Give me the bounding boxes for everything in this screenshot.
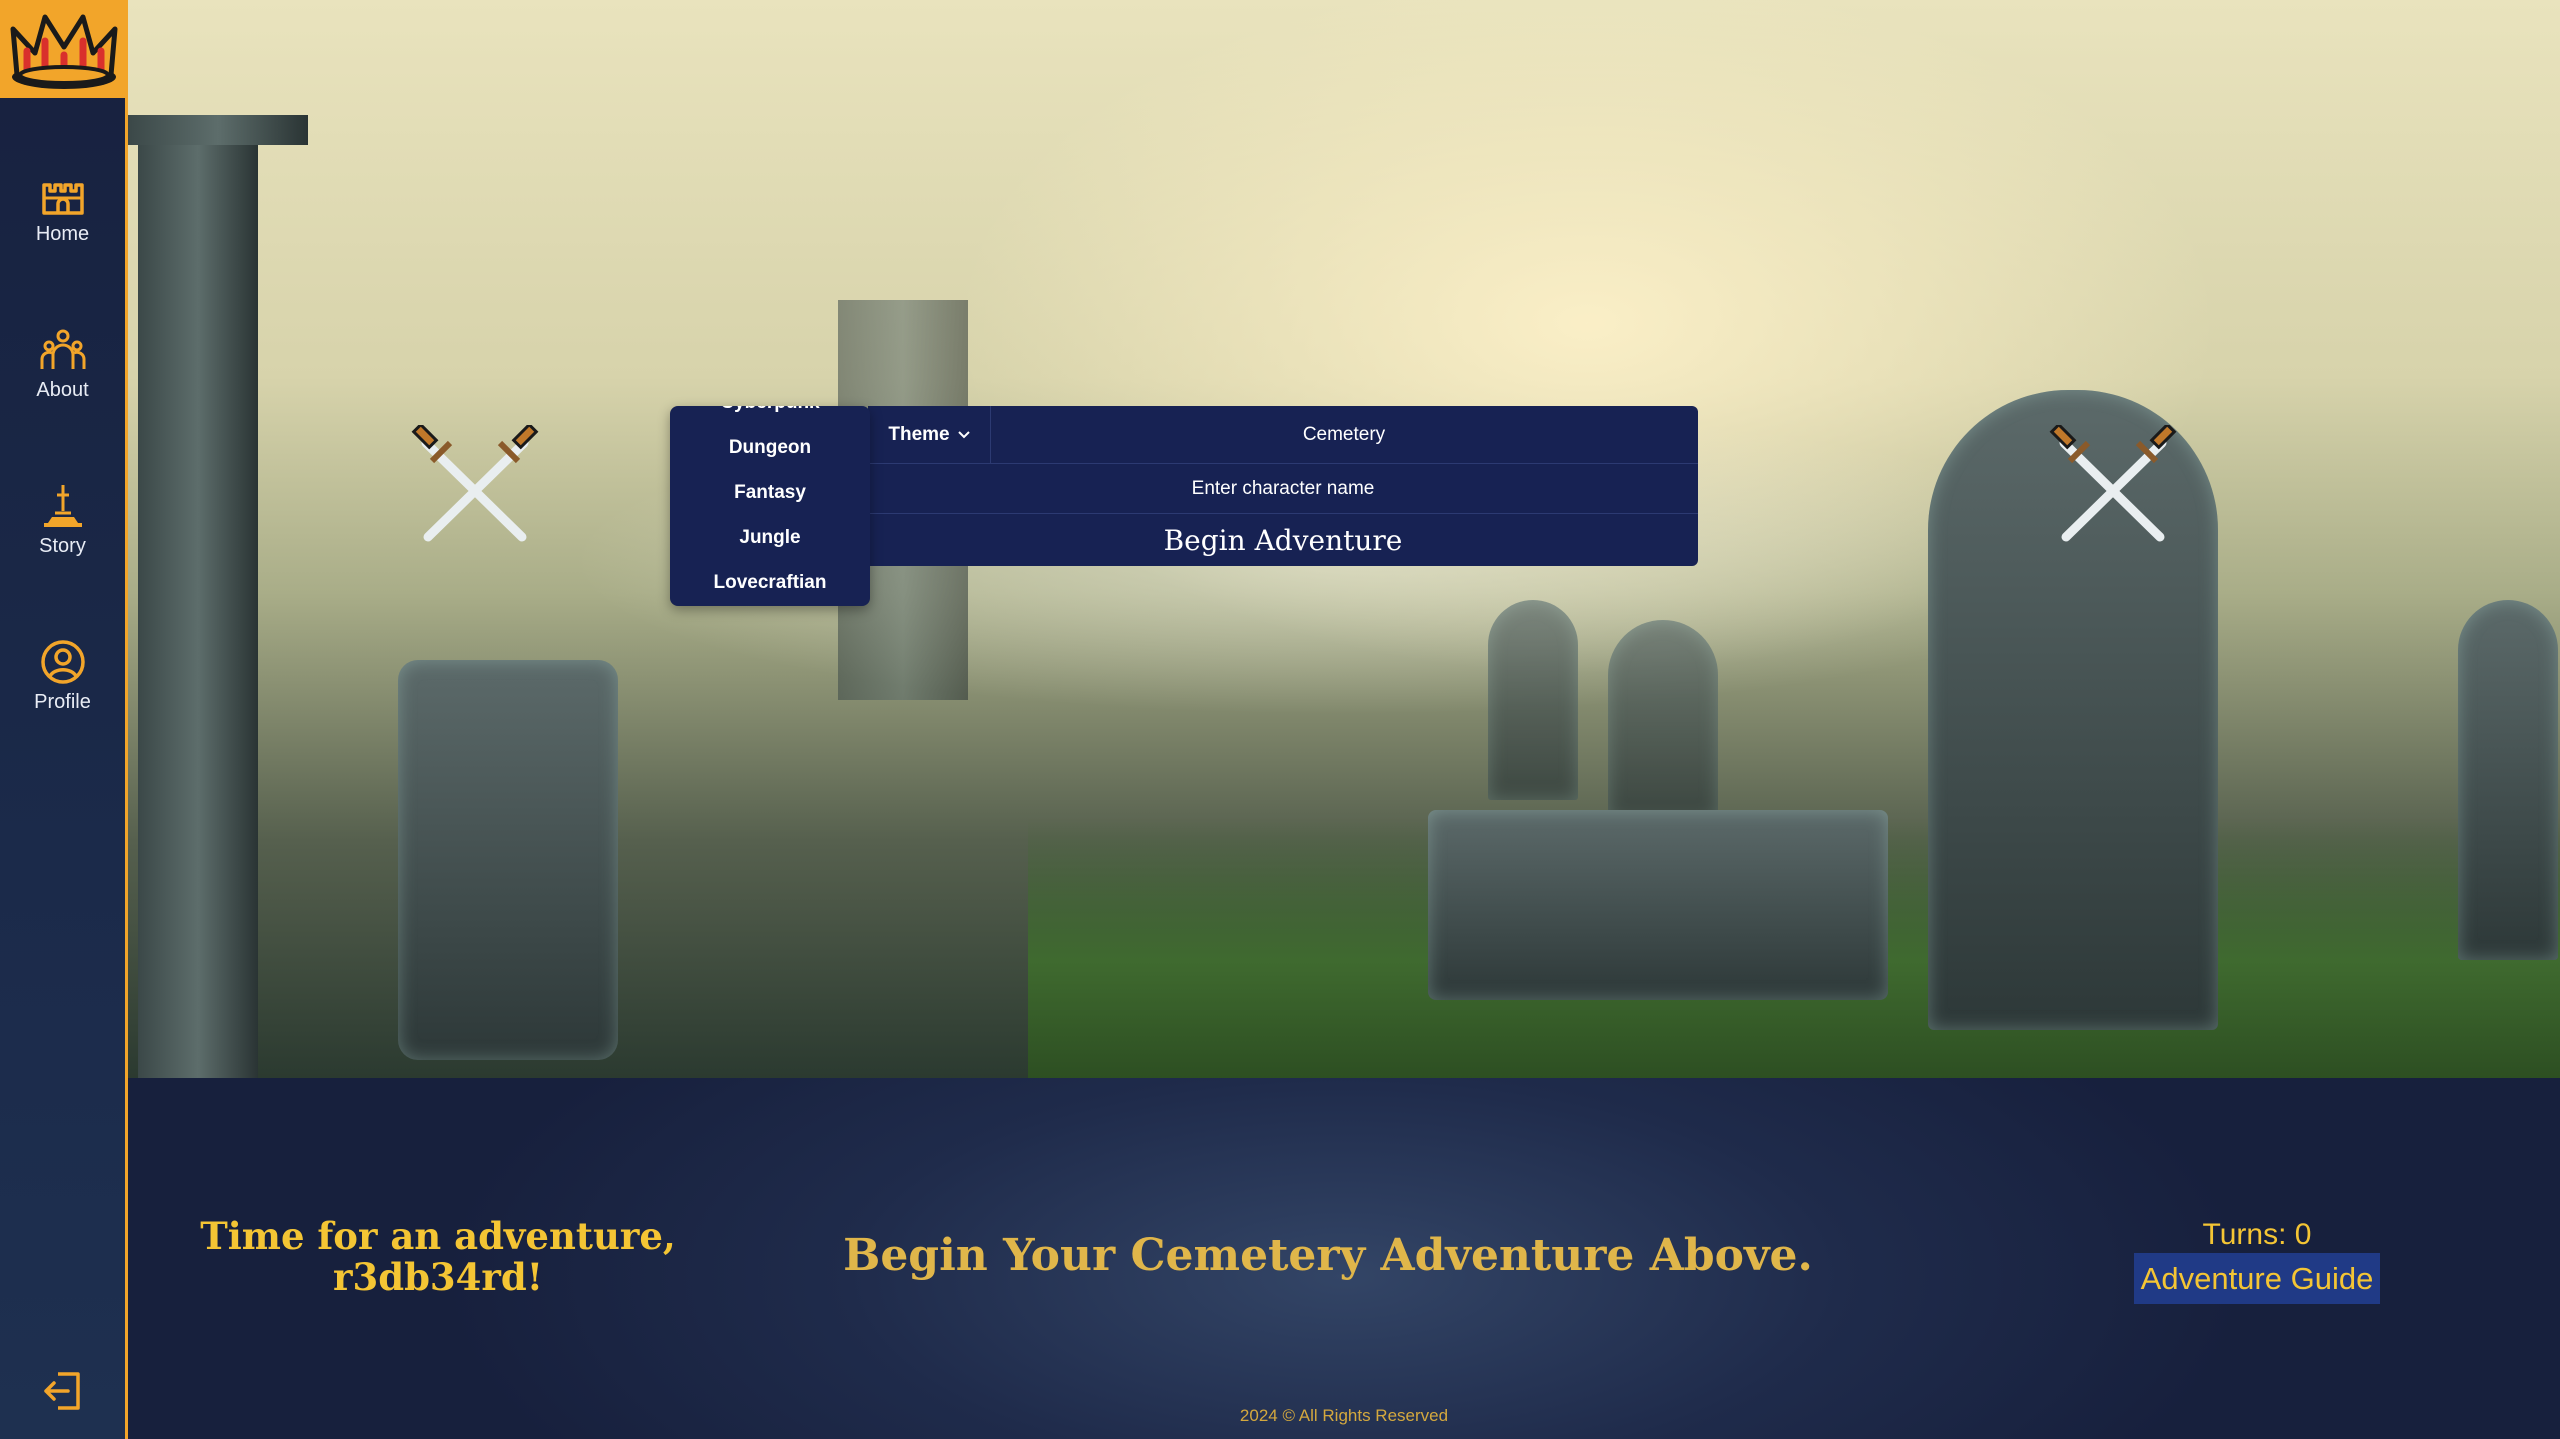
theme-option-cyberpunk[interactable]: Cyberpunk	[670, 406, 870, 425]
footer-copyright: 2024 © All Rights Reserved	[1239, 1406, 1449, 1425]
tomb-slab	[1428, 810, 1888, 1000]
sidebar-item-about[interactable]: About	[0, 304, 125, 424]
chevron-down-icon	[957, 430, 970, 438]
adventure-headline: Begin Your Cemetery Adventure Above.	[843, 1230, 1813, 1281]
sidebar-item-label: Profile	[34, 690, 91, 713]
adventure-form: Theme Cemetery Begin Adventure	[868, 406, 1698, 566]
begin-adventure-button[interactable]: Begin Adventure	[868, 515, 1698, 566]
headstone	[398, 660, 618, 1060]
theme-dropdown-button[interactable]: Theme	[868, 406, 991, 463]
character-name-input[interactable]	[868, 464, 1698, 514]
crown-icon	[10, 14, 118, 89]
adventure-guide-button[interactable]: Adventure Guide	[2134, 1253, 2380, 1304]
theme-row: Theme Cemetery	[868, 406, 1698, 464]
cemetery-background-image: Cyberpunk Dungeon Fantasy Jungle Lovecra…	[128, 0, 2560, 1078]
crossed-swords-icon	[411, 425, 539, 542]
headstone	[1608, 620, 1718, 820]
sidebar-item-label: Home	[35, 222, 90, 245]
logout-icon[interactable]	[40, 1368, 86, 1414]
castle-icon	[41, 182, 84, 215]
headstone	[1488, 600, 1578, 800]
sidebar-item-home[interactable]: Home	[0, 148, 125, 268]
user-circle-icon	[40, 639, 85, 684]
selected-theme-value: Cemetery	[1302, 423, 1386, 445]
greeting-text: Time for an adventure, r3db34rd!	[200, 1214, 676, 1299]
headstone	[2458, 600, 2558, 960]
sidebar-item-story[interactable]: Story	[0, 460, 125, 580]
theme-option-fantasy[interactable]: Fantasy	[670, 470, 870, 515]
theme-option-jungle[interactable]: Jungle	[670, 515, 870, 560]
adventure-status-bar: Time for an adventure, r3db34rd! Begin Y…	[128, 1078, 2560, 1439]
sidebar-item-profile[interactable]: Profile	[0, 616, 125, 736]
theme-dropdown-menu: Cyberpunk Dungeon Fantasy Jungle Lovecra…	[670, 406, 870, 606]
theme-option-lovecraftian[interactable]: Lovecraftian	[670, 560, 870, 605]
pillar-cap	[128, 115, 308, 145]
stone-pillar	[138, 120, 258, 1078]
turns-counter: Turns: 0	[2202, 1218, 2312, 1251]
theme-button-label: Theme	[888, 423, 950, 445]
sidebar: Home About Story Profile	[0, 0, 128, 1439]
people-icon	[40, 329, 85, 369]
theme-option-dungeon[interactable]: Dungeon	[670, 425, 870, 470]
sidebar-item-label: Story	[39, 534, 86, 557]
sidebar-item-label: About	[36, 378, 89, 401]
crown-logo[interactable]	[0, 0, 128, 98]
sword-stand-icon	[43, 484, 82, 527]
crossed-swords-icon	[2049, 425, 2177, 542]
